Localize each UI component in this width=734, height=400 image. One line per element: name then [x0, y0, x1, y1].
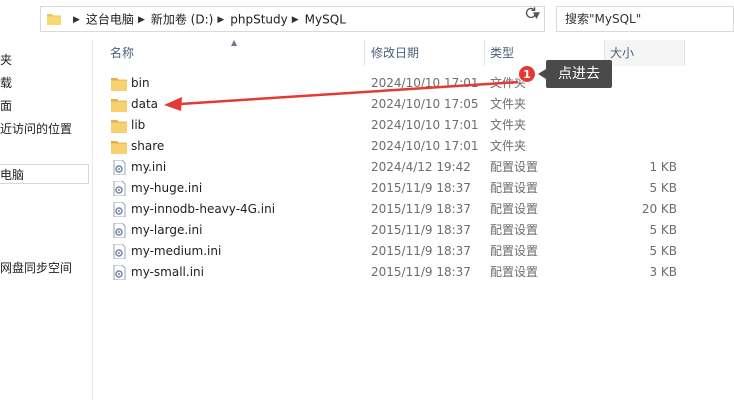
chevron-right-icon: ▶ — [73, 14, 80, 25]
ini-file-icon — [111, 222, 127, 239]
file-date: 2024/10/10 17:01 — [371, 76, 479, 90]
column-divider[interactable] — [484, 40, 485, 66]
file-type: 配置设置 — [490, 244, 539, 258]
step-badge: 1 — [518, 65, 536, 83]
nav-item[interactable]: 夹 — [0, 50, 12, 70]
file-row[interactable]: my-large.ini 2015/11/9 18:37 配置设置 5 KB — [100, 220, 700, 241]
folder-icon — [111, 76, 127, 91]
file-type: 文件夹 — [490, 97, 527, 111]
ini-file-icon — [111, 159, 127, 176]
nav-item[interactable]: 面 — [0, 96, 12, 116]
file-name: data — [131, 97, 159, 111]
file-date: 2015/11/9 18:37 — [371, 244, 471, 258]
nav-item[interactable]: 载 — [0, 73, 12, 93]
file-name: my-huge.ini — [131, 181, 203, 195]
file-date: 2024/4/12 19:42 — [371, 160, 471, 174]
file-size: 20 KB — [641, 202, 677, 216]
file-name: my-medium.ini — [131, 244, 222, 258]
file-size — [570, 94, 677, 115]
nav-item-this-pc[interactable]: 电脑 — [0, 164, 89, 184]
breadcrumb-item[interactable]: 这台电脑 — [86, 13, 134, 27]
file-name: my-large.ini — [131, 223, 203, 237]
file-row[interactable]: my-small.ini 2015/11/9 18:37 配置设置 3 KB — [100, 262, 700, 283]
file-row[interactable]: lib 2024/10/10 17:01 文件夹 — [100, 115, 700, 136]
breadcrumb-item[interactable]: 新加卷 (D:) — [151, 13, 213, 27]
column-header-date[interactable]: 修改日期 — [371, 40, 419, 66]
file-type: 配置设置 — [490, 160, 539, 174]
column-divider[interactable] — [364, 40, 365, 66]
ini-file-icon — [111, 264, 127, 281]
file-type: 配置设置 — [490, 265, 539, 279]
file-size: 1 KB — [649, 160, 677, 174]
file-type: 配置设置 — [490, 223, 539, 237]
file-name: bin — [131, 76, 150, 90]
chevron-right-icon: ▶ — [137, 14, 145, 25]
file-row[interactable]: my-huge.ini 2015/11/9 18:37 配置设置 5 KB — [100, 178, 700, 199]
file-row[interactable]: my-innodb-heavy-4G.ini 2015/11/9 18:37 配置设… — [100, 199, 700, 220]
file-type: 配置设置 — [490, 181, 539, 195]
file-name: share — [131, 139, 165, 153]
file-date: 2015/11/9 18:37 — [371, 181, 471, 195]
file-name: my-small.ini — [131, 265, 204, 279]
file-date: 2015/11/9 18:37 — [371, 202, 471, 216]
column-header-size[interactable]: 大小 — [610, 40, 634, 66]
file-date: 2024/10/10 17:01 — [371, 118, 479, 132]
annotation-callout: 点进去 — [538, 60, 612, 88]
nav-item-recent[interactable]: 近访问的位置 — [0, 119, 72, 139]
file-name: my-innodb-heavy-4G.ini — [131, 202, 276, 216]
breadcrumb-item[interactable]: phpStudy — [230, 13, 288, 27]
file-date: 2024/10/10 17:05 — [371, 97, 479, 111]
file-size: 5 KB — [649, 223, 677, 237]
file-row[interactable]: my-medium.ini 2015/11/9 18:37 配置设置 5 KB — [100, 241, 700, 262]
file-size — [570, 115, 677, 136]
file-row[interactable]: data 2024/10/10 17:05 文件夹 — [100, 94, 700, 115]
pane-divider — [92, 40, 93, 400]
refresh-icon[interactable] — [524, 6, 538, 20]
folder-icon — [111, 118, 127, 133]
ini-file-icon — [111, 201, 127, 218]
file-date: 2015/11/9 18:37 — [371, 265, 471, 279]
file-row[interactable]: share 2024/10/10 17:01 文件夹 — [100, 136, 700, 157]
chevron-right-icon: ▶ — [291, 14, 299, 25]
ini-file-icon — [111, 243, 127, 260]
file-size: 5 KB — [649, 244, 677, 258]
file-size — [570, 136, 677, 157]
breadcrumb-item[interactable]: MySQL — [305, 13, 346, 27]
column-divider[interactable] — [684, 40, 685, 66]
search-input[interactable]: 搜索"MySQL" — [556, 6, 734, 32]
column-header-name[interactable]: 名称 — [110, 40, 134, 66]
file-type: 配置设置 — [490, 202, 539, 216]
file-name: lib — [131, 118, 146, 132]
file-name: my.ini — [131, 160, 167, 174]
file-type: 文件夹 — [490, 118, 527, 132]
chevron-right-icon: ▶ — [217, 14, 225, 25]
file-size: 3 KB — [649, 265, 677, 279]
sort-up-icon: ▲ — [231, 38, 238, 47]
column-header-type[interactable]: 类型 — [490, 40, 514, 66]
ini-file-icon — [111, 180, 127, 197]
folder-icon — [111, 97, 127, 112]
nav-item-cloud-sync[interactable]: 网盘同步空间 — [0, 258, 72, 278]
folder-icon — [47, 14, 61, 25]
navigation-pane: 夹 载 面 近访问的位置 电脑 网盘同步空间 — [0, 40, 90, 400]
file-date: 2015/11/9 18:37 — [371, 223, 471, 237]
file-type: 文件夹 — [490, 139, 527, 153]
file-date: 2024/10/10 17:01 — [371, 139, 479, 153]
address-bar[interactable]: ▶ 这台电脑 ▶ 新加卷 (D:) ▶ phpStudy ▶ MySQL ▼ — [40, 6, 545, 32]
file-size: 5 KB — [649, 181, 677, 195]
file-row[interactable]: my.ini 2024/4/12 19:42 配置设置 1 KB — [100, 157, 700, 178]
folder-icon — [111, 139, 127, 154]
breadcrumb: ▶ 这台电脑 ▶ 新加卷 (D:) ▶ phpStudy ▶ MySQL — [69, 7, 346, 31]
